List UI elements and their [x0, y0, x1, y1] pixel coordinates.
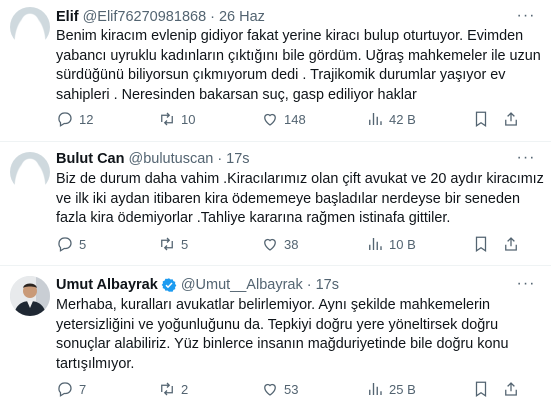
views-button[interactable]: 42 B [366, 109, 416, 129]
user-handle[interactable]: @bulutuscan [128, 150, 213, 168]
reply-count: 7 [79, 381, 87, 397]
heart-icon [264, 238, 276, 251]
timestamp[interactable]: 26 Haz [219, 8, 265, 26]
tweet-header: Umut Albayrak @Umut__Albayrak · 17s [56, 276, 339, 294]
like-count: 148 [284, 111, 306, 127]
share-button[interactable] [502, 234, 520, 254]
reply-icon [58, 237, 72, 252]
retweet-count: 10 [181, 111, 196, 127]
share-button[interactable] [502, 379, 520, 399]
share-icon [505, 112, 517, 126]
action-bar: 12 10 148 42 B [56, 109, 546, 129]
retweet-icon [161, 112, 173, 126]
like-button[interactable]: 148 [261, 109, 306, 129]
bookmark-button[interactable] [472, 234, 490, 254]
bookmark-icon [475, 381, 487, 397]
reply-button[interactable]: 12 [56, 109, 93, 129]
retweet-icon [161, 382, 173, 396]
heart-icon [264, 383, 276, 396]
more-options-icon[interactable]: ··· [515, 8, 537, 28]
reply-icon [58, 382, 72, 397]
tweet-feed: Elif @Elif76270981868 · 26 Haz ··· Benim… [0, 0, 551, 406]
like-button[interactable]: 38 [261, 234, 298, 254]
reply-count: 12 [79, 111, 94, 127]
analytics-icon [369, 113, 382, 125]
retweet-count: 5 [181, 236, 189, 252]
reply-button[interactable]: 5 [56, 234, 86, 254]
display-name[interactable]: Elif [56, 8, 79, 26]
display-name[interactable]: Bulut Can [56, 150, 124, 168]
separator: · [306, 277, 312, 293]
more-options-icon[interactable]: ··· [515, 276, 537, 296]
tweet-header: Bulut Can @bulutuscan · 17s [56, 150, 250, 168]
retweet-count: 2 [181, 381, 189, 397]
view-count: 42 B [389, 111, 416, 127]
display-name[interactable]: Umut Albayrak [56, 276, 158, 294]
tweet[interactable]: Bulut Can @bulutuscan · 17s ··· Biz de d… [0, 141, 551, 265]
tweet-text: Merhaba, kuralları avukatlar belirlemiyo… [56, 297, 509, 372]
tweet-header: Elif @Elif76270981868 · 26 Haz [56, 8, 265, 26]
tweet-text: Benim kiracım evlenip gidiyor fakat yeri… [56, 28, 541, 103]
bookmark-button[interactable] [472, 109, 490, 129]
reply-icon [58, 112, 72, 127]
tweet-text: Biz de durum daha vahim .Kiracılarımız o… [56, 171, 544, 226]
retweet-icon [161, 237, 173, 251]
timestamp[interactable]: 17s [226, 150, 249, 168]
like-count: 53 [284, 381, 299, 397]
analytics-icon [369, 238, 382, 250]
heart-icon [264, 113, 276, 126]
user-handle[interactable]: @Umut__Albayrak [181, 276, 303, 294]
action-bar: 5 5 38 10 B [56, 234, 546, 254]
profile-photo [10, 276, 50, 316]
separator: · [217, 151, 223, 167]
verified-badge-icon [161, 278, 177, 292]
view-count: 10 B [389, 236, 416, 252]
timestamp[interactable]: 17s [316, 276, 339, 294]
tweet[interactable]: Umut Albayrak @Umut__Albayrak · 17s ··· … [0, 265, 551, 406]
bookmark-icon [475, 236, 487, 252]
action-bar: 7 2 53 25 B [56, 379, 546, 399]
views-button[interactable]: 25 B [366, 379, 416, 399]
bookmark-icon [475, 111, 487, 127]
views-button[interactable]: 10 B [366, 234, 416, 254]
more-options-icon[interactable]: ··· [515, 150, 537, 170]
user-handle[interactable]: @Elif76270981868 [83, 8, 207, 26]
bookmark-button[interactable] [472, 379, 490, 399]
retweet-button[interactable]: 10 [158, 109, 195, 129]
retweet-button[interactable]: 5 [158, 234, 188, 254]
analytics-icon [369, 383, 382, 395]
reply-button[interactable]: 7 [56, 379, 86, 399]
retweet-button[interactable]: 2 [158, 379, 188, 399]
like-count: 38 [284, 236, 299, 252]
reply-count: 5 [79, 236, 87, 252]
share-button[interactable] [502, 109, 520, 129]
share-icon [505, 382, 517, 396]
avatar[interactable] [10, 152, 50, 192]
share-icon [505, 237, 517, 251]
like-button[interactable]: 53 [261, 379, 298, 399]
view-count: 25 B [389, 381, 416, 397]
avatar[interactable] [10, 276, 50, 316]
avatar[interactable] [10, 7, 50, 47]
separator: · [210, 9, 215, 25]
tweet[interactable]: Elif @Elif76270981868 · 26 Haz ··· Benim… [0, 0, 551, 141]
